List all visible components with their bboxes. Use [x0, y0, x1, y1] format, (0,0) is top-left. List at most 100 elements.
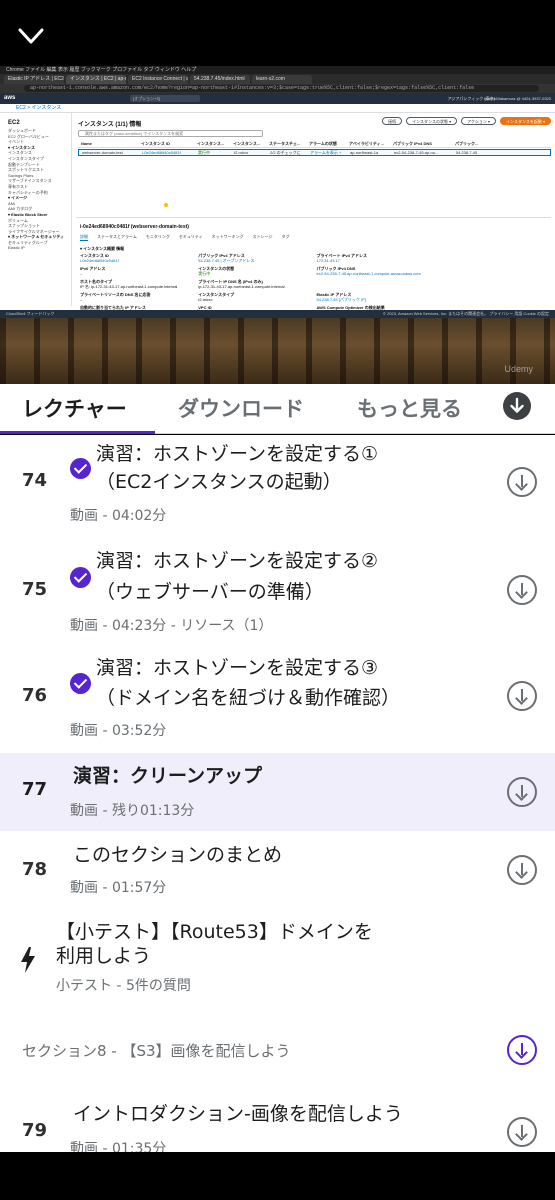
lecture-meta: 動画 - 残り01:13分 [70, 803, 195, 819]
aws-field [435, 253, 547, 263]
tab-downloads[interactable]: ダウンロード [178, 393, 304, 423]
lecture-title: 演習：ホストゾーンを設定する② [96, 550, 379, 572]
lecture-meta: 動画 - 01:35分 [70, 1141, 167, 1152]
aws-cell: ec2-54-238-7-45.ap-no... [394, 150, 439, 155]
aws-cell: i-0e24ed68940c0481f [142, 150, 181, 155]
lecture-number: 78 [22, 859, 48, 880]
download-icon[interactable] [507, 575, 537, 605]
aws-field [435, 292, 547, 302]
aws-footer: CloudShell フィードバック © 2023, Amazon Web Se… [0, 310, 555, 318]
player-top-bar [0, 0, 555, 66]
video-player[interactable]: Chrome ファイル 編集 表示 履歴 ブックマーク プロファイル タブ ウィ… [0, 66, 555, 384]
aws-action-buttons: 接続 インスタンスの状態 ▾ アクション ▾ インスタンスを起動 ▾ [382, 117, 551, 125]
aws-main: インスタンス (1/1) 情報 接続 インスタンスの状態 ▾ アクション ▾ イ… [76, 113, 551, 318]
aws-column-header: アベイラビリティ... [349, 141, 385, 146]
arrow-down-icon [510, 397, 524, 413]
aws-column-header: パブリック... [455, 141, 479, 146]
aws-detail-tab: ネットワーキング [211, 234, 244, 239]
browser-tab: EC2 Instance Connect | ap-nor... [128, 75, 188, 84]
lightning-icon [21, 947, 35, 973]
lecture-list: 74 演習：ホストゾーンを設定する① （EC2インスタンスの起動） 動画 - 0… [0, 435, 555, 1152]
aws-instance-detail: i-0e24ed68940c0481f (webserver-domain-te… [76, 217, 551, 318]
aws-field: プライベート IPv4 アドレス 172.31.43.17 [316, 253, 367, 263]
aws-breadcrumb: EC2 > インスタンス [0, 104, 555, 113]
browser-tab: 54.238.7.45/index.html [190, 75, 250, 84]
aws-field: Elastic IP アドレス 54.238.7.45 [パブリック IP] [316, 292, 366, 302]
system-bottom-bar [0, 1152, 555, 1200]
download-icon[interactable] [507, 1035, 537, 1065]
aws-detail-tab: ストレージ [252, 234, 273, 239]
aws-cell: アラームを表示 + [310, 150, 342, 155]
list-item-quiz[interactable]: 【小テスト】【Route53】ドメインを 利用しよう 小テスト - 5件の質問 [0, 913, 555, 1005]
aws-column-header: パブリック IPv4 DNS [393, 141, 432, 146]
browser-url: ap-northeast-1.console.aws.amazon.com/ec… [24, 85, 539, 92]
aws-actions-button: アクション ▾ [461, 117, 497, 125]
lecture-meta: 動画 - 01:57分 [70, 880, 167, 896]
check-circle-icon [70, 458, 91, 479]
browser-tab: learn-s2.com [252, 75, 312, 84]
aws-column-header: ステータスチェ... [269, 141, 301, 146]
aws-column-header: インスタンス ID [141, 141, 170, 146]
aws-cell: t2.micro [234, 150, 249, 155]
aws-summary-heading: ▾ インスタンス概要 情報 [80, 246, 125, 251]
quiz-title: 利用しよう [56, 945, 152, 967]
aws-field: パブリック IPv4 DNS ec2-54-238-7-45.ap-northea… [316, 266, 421, 276]
aws-console: aws [オプション+S] アジアパシフィック (東京) learn460aka… [0, 93, 555, 318]
lecture-number: 77 [22, 779, 48, 800]
aws-instances-title: インスタンス (1/1) 情報 [78, 122, 142, 128]
aws-account: learn460akamura @ 4424-3937-0320 [484, 96, 551, 101]
lecture-title: 演習：ホストゾーンを設定する① [96, 443, 379, 465]
aws-column-header: Name [81, 141, 92, 146]
aws-cell: 2/2 のチェックに [270, 150, 301, 155]
download-icon[interactable] [507, 777, 537, 807]
aws-field [435, 266, 547, 276]
list-item[interactable]: 76 演習：ホストゾーンを設定する③ （ドメイン名を紐づけ＆動作確認） 動画 -… [0, 649, 555, 753]
aws-detail-tab: セキュリティ [178, 234, 203, 239]
lecture-meta: 動画 - 04:23分 - リソース（1） [70, 618, 273, 634]
browser-tab: Elastic IP アドレス | EC2 | ap-... [4, 75, 64, 84]
aws-cell: 54.238.7.45 [456, 150, 478, 155]
course-tabs: レクチャー ダウンロード もっと見る [0, 384, 555, 434]
lecture-number: 74 [22, 470, 48, 491]
browser-tab: インスタンス | EC2 | ap-north... [66, 75, 126, 84]
tab-lectures[interactable]: レクチャー [22, 393, 127, 423]
list-item-current[interactable]: 77 演習：クリーンアップ 動画 - 残り01:13分 [0, 753, 555, 831]
video-background-image [0, 318, 555, 384]
aws-cell: 実行中 [198, 150, 210, 155]
download-icon[interactable] [507, 681, 537, 711]
download-icon[interactable] [503, 392, 531, 420]
chevron-down-icon[interactable] [18, 26, 44, 46]
section-header[interactable]: セクション8 - 【S3】画像を配信しよう [0, 1005, 555, 1093]
lecture-number: 79 [22, 1120, 48, 1141]
tab-more[interactable]: もっと見る [357, 393, 462, 423]
aws-sidebar-title: EC2 [8, 120, 20, 126]
lecture-title: 演習：ホストゾーンを設定する③ [96, 657, 379, 679]
aws-navbar: aws [オプション+S] アジアパシフィック (東京) learn460aka… [0, 93, 555, 104]
mouse-cursor-highlight [164, 203, 168, 207]
aws-state-button: インスタンスの状態 ▾ [406, 117, 458, 125]
list-item[interactable]: 74 演習：ホストゾーンを設定する① （EC2インスタンスの起動） 動画 - 0… [0, 435, 555, 537]
aws-field [317, 279, 429, 289]
list-item[interactable]: 79 イントロダクション-画像を配信しよう 動画 - 01:35分 [0, 1093, 555, 1152]
aws-field: ホスト名のタイプ IP 名: ip-172-31-43-17.ap-northea… [80, 279, 178, 289]
aws-field: インスタンス ID i-0e24ed68940c0481f [80, 253, 119, 263]
lecture-title: このセクションのまとめ [73, 844, 283, 866]
download-icon[interactable] [507, 1117, 537, 1147]
aws-table-header: Name インスタンス ID インスタンス... インスタンス... ステータス… [78, 141, 551, 148]
aws-instance-row: webserver-domain-test i-0e24ed68940c0481… [78, 149, 551, 156]
lecture-title: 演習：クリーンアップ [73, 765, 263, 787]
aws-footer-right: © 2023, Amazon Web Services, Inc. またはその関… [383, 311, 549, 316]
lecture-number: 75 [22, 579, 48, 600]
download-icon[interactable] [507, 855, 537, 885]
aws-logo: aws [4, 95, 16, 101]
download-icon[interactable] [507, 467, 537, 497]
aws-detail-tabs: 詳細 ステータスとアラーム モニタリング セキュリティ ネットワーキング ストレ… [80, 234, 289, 241]
section-title: セクション8 - 【S3】画像を配信しよう [22, 1042, 291, 1060]
quiz-meta: 小テスト - 5件の質問 [56, 978, 191, 994]
aws-sidebar-item: Elastic IP [8, 245, 25, 251]
lecture-title: （ウェブサーバーの準備） [96, 581, 324, 603]
list-item[interactable]: 75 演習：ホストゾーンを設定する② （ウェブサーバーの準備） 動画 - 04:… [0, 537, 555, 649]
aws-connect-button: 接続 [382, 117, 403, 125]
aws-detail-title: i-0e24ed68940c0481f (webserver-domain-te… [80, 224, 189, 230]
list-item[interactable]: 78 このセクションのまとめ 動画 - 01:57分 [0, 831, 555, 913]
